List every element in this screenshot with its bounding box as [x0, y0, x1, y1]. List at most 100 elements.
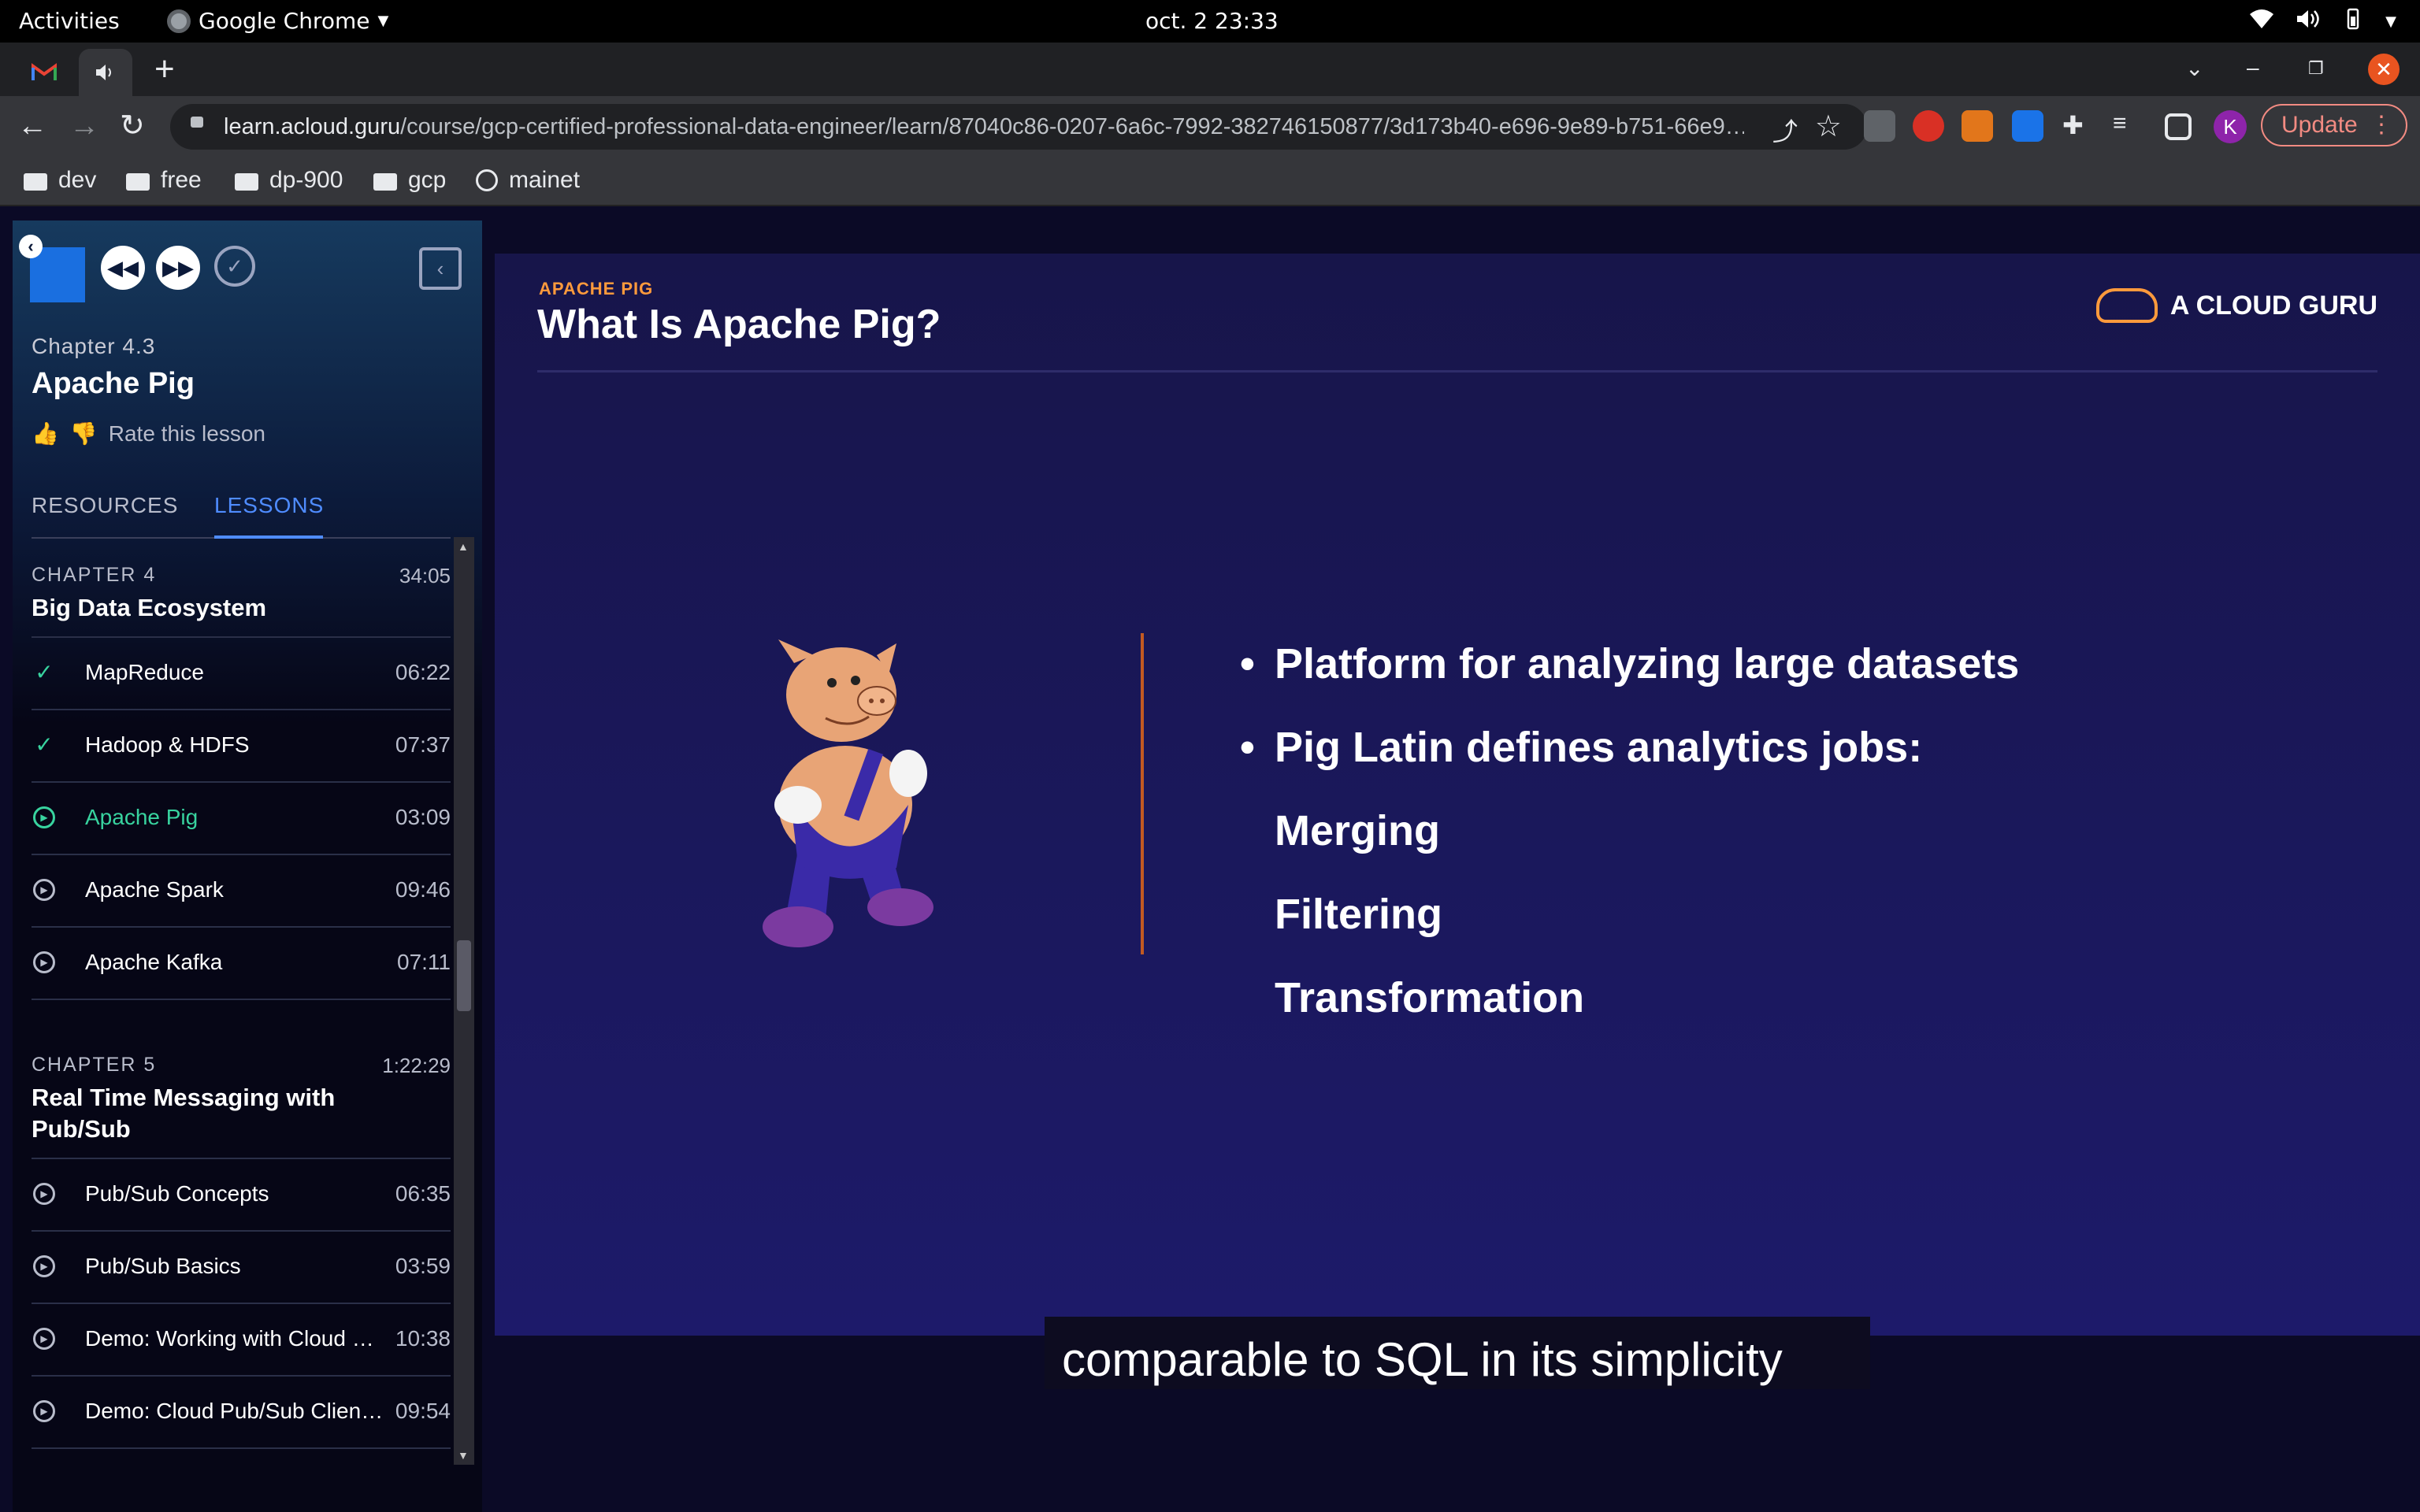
back-to-course-button[interactable]: ‹ [19, 235, 43, 258]
browser-toolbar: ← → ↻ learn.acloud.guru/course/gcp-certi… [0, 96, 2420, 158]
course-sidebar: ‹ ◀◀ ▶▶ ✓ ‹ Chapter 4.3 Apache Pig 👍 👎 R… [13, 220, 482, 1512]
volume-icon [2296, 8, 2321, 35]
chapter-header[interactable]: CHAPTER 4 34:05 Big Data Ecosystem [32, 539, 451, 638]
collapse-sidebar-button[interactable]: ‹ [419, 247, 462, 290]
extensions-puzzle-icon[interactable]: ✚ [2062, 110, 2094, 142]
tab-acloudguru[interactable] [79, 49, 132, 96]
bookmark-dev[interactable]: dev [24, 167, 96, 194]
mail-checker-extension-icon[interactable] [1864, 110, 1895, 142]
lesson-duration: 09:54 [395, 1399, 451, 1423]
thumbs-down-icon[interactable]: 👎 [70, 421, 98, 447]
battery-icon [2341, 7, 2365, 36]
activities-button[interactable]: Activities [19, 8, 120, 34]
chapter-name: Big Data Ecosystem [32, 594, 267, 621]
bookmark-dp-900[interactable]: dp-900 [235, 167, 343, 194]
update-button[interactable]: Update ⋮ [2261, 104, 2407, 146]
lesson-row[interactable]: ▶ Apache Spark 09:46 [32, 855, 451, 928]
play-circle-icon: ▶ [33, 1183, 55, 1205]
lesson-row[interactable]: ▶ Demo: Cloud Pub/Sub Clien… 09:54 [32, 1377, 451, 1449]
chrome-icon [167, 9, 191, 33]
folder-icon [24, 173, 47, 191]
lesson-duration: 06:35 [395, 1181, 451, 1206]
lesson-duration: 10:38 [395, 1326, 451, 1351]
scroll-down-arrow-icon[interactable]: ▼ [458, 1449, 469, 1462]
bookmark-mainet[interactable]: mainet [476, 167, 580, 194]
play-circle-icon: ▶ [33, 951, 55, 973]
slide-title: What Is Apache Pig? [537, 302, 941, 347]
lesson-name: Apache Spark [85, 877, 224, 902]
lesson-list-scrollbar[interactable]: ▲ ▼ [454, 537, 474, 1465]
lesson-name: Demo: Working with Cloud … [85, 1326, 374, 1351]
bullet-dot-icon: • [1240, 724, 1255, 771]
lesson-name: Hadoop & HDFS [85, 732, 250, 757]
lesson-name: Pub/Sub Basics [85, 1254, 241, 1278]
new-tab-button[interactable]: + [154, 52, 175, 87]
bookmark-label: mainet [509, 167, 581, 193]
lesson-row[interactable]: ▶ Pub/Sub Concepts 06:35 [32, 1159, 451, 1232]
lesson-row[interactable]: ✓ Hadoop & HDFS 07:37 [32, 710, 451, 783]
rate-label: Rate this lesson [108, 421, 265, 446]
address-bar[interactable]: learn.acloud.guru/course/gcp-certified-p… [170, 104, 1867, 150]
side-panel-icon[interactable] [2165, 113, 2192, 140]
lesson-title: Apache Pig [32, 367, 195, 400]
back-button[interactable]: ← [17, 109, 47, 143]
lesson-duration: 03:59 [395, 1254, 451, 1278]
globe-icon [476, 169, 498, 191]
chapter-duration: 1:22:29 [382, 1054, 451, 1077]
thumbs-up-icon[interactable]: 👍 [32, 421, 59, 447]
bookmarks-bar: dev free dp-900 gcp mainet [0, 158, 2420, 206]
lesson-row[interactable]: ▶ Demo: Working with Cloud … 10:38 [32, 1304, 451, 1377]
lesson-duration: 09:46 [395, 877, 451, 902]
chapter-label: CHAPTER 4 [32, 564, 157, 586]
chapter-header[interactable]: CHAPTER 5 1:22:29 Real Time Messaging wi… [32, 1000, 451, 1159]
tab-gmail[interactable] [9, 49, 77, 96]
bitwarden-extension-icon[interactable] [2012, 110, 2043, 142]
play-circle-icon: ▶ [33, 1255, 55, 1277]
bullet-text: Filtering [1275, 891, 1442, 938]
metamask-extension-icon[interactable] [1962, 110, 1993, 142]
video-player[interactable]: APACHE PIG What Is Apache Pig? A CLOUD G… [495, 254, 2420, 1336]
forward-button[interactable]: → [69, 109, 99, 143]
bookmark-label: gcp [408, 167, 447, 193]
restore-button[interactable]: ❐ [2308, 58, 2324, 79]
tab-resources[interactable]: RESOURCES [32, 493, 178, 518]
previous-lesson-button[interactable]: ◀◀ [101, 246, 145, 290]
scroll-up-arrow-icon[interactable]: ▲ [458, 540, 469, 553]
next-lesson-button[interactable]: ▶▶ [156, 246, 200, 290]
clock[interactable]: oct. 2 23:33 [1145, 8, 1279, 34]
check-icon: ✓ [35, 660, 54, 684]
lesson-row[interactable]: ▶ Pub/Sub Basics 03:59 [32, 1232, 451, 1304]
sub-item: Filtering [1275, 890, 1442, 939]
bullet-dot-icon: • [1240, 640, 1255, 687]
bookmark-free[interactable]: free [126, 167, 202, 194]
lesson-row[interactable]: ✓ MapReduce 06:22 [32, 638, 451, 710]
sub-item: Transformation [1275, 973, 1584, 1022]
brand-name: A CLOUD GURU [2169, 290, 2377, 321]
lesson-row-current[interactable]: ▶ Apache Pig 03:09 [32, 783, 451, 855]
profile-avatar[interactable]: K [2214, 110, 2247, 143]
minimize-button[interactable]: – [2247, 55, 2259, 80]
folder-icon [373, 173, 397, 191]
media-control-icon[interactable]: ≡ [2113, 110, 2144, 142]
bookmark-label: dev [58, 167, 97, 193]
bookmark-star-icon[interactable]: ☆ [1815, 109, 1842, 144]
tab-lessons[interactable]: LESSONS [214, 493, 324, 518]
app-menu[interactable]: Google Chrome ▼ [167, 8, 388, 34]
title-divider [537, 370, 2377, 372]
lesson-row[interactable]: ▶ Apache Kafka 07:11 [32, 928, 451, 1000]
lesson-duration: 03:09 [395, 805, 451, 829]
play-circle-icon: ▶ [33, 879, 55, 901]
slide-kicker: APACHE PIG [539, 279, 654, 298]
tab-search-icon[interactable]: ⌄ [2185, 55, 2203, 81]
bookmark-gcp[interactable]: gcp [373, 167, 446, 194]
system-tray[interactable]: ▼ [2248, 7, 2396, 36]
lesson-name: Apache Kafka [85, 950, 223, 974]
reload-button[interactable]: ↻ [120, 109, 145, 143]
share-icon[interactable]: ⤴ [1772, 112, 1798, 148]
scrollbar-thumb[interactable] [457, 940, 471, 1011]
close-window-button[interactable]: ✕ [2368, 54, 2400, 85]
adblock-extension-icon[interactable] [1913, 110, 1944, 142]
mark-complete-button[interactable]: ✓ [214, 246, 255, 287]
bullet-text: Pig Latin defines analytics jobs: [1275, 724, 1923, 771]
app-name: Google Chrome [199, 8, 370, 34]
